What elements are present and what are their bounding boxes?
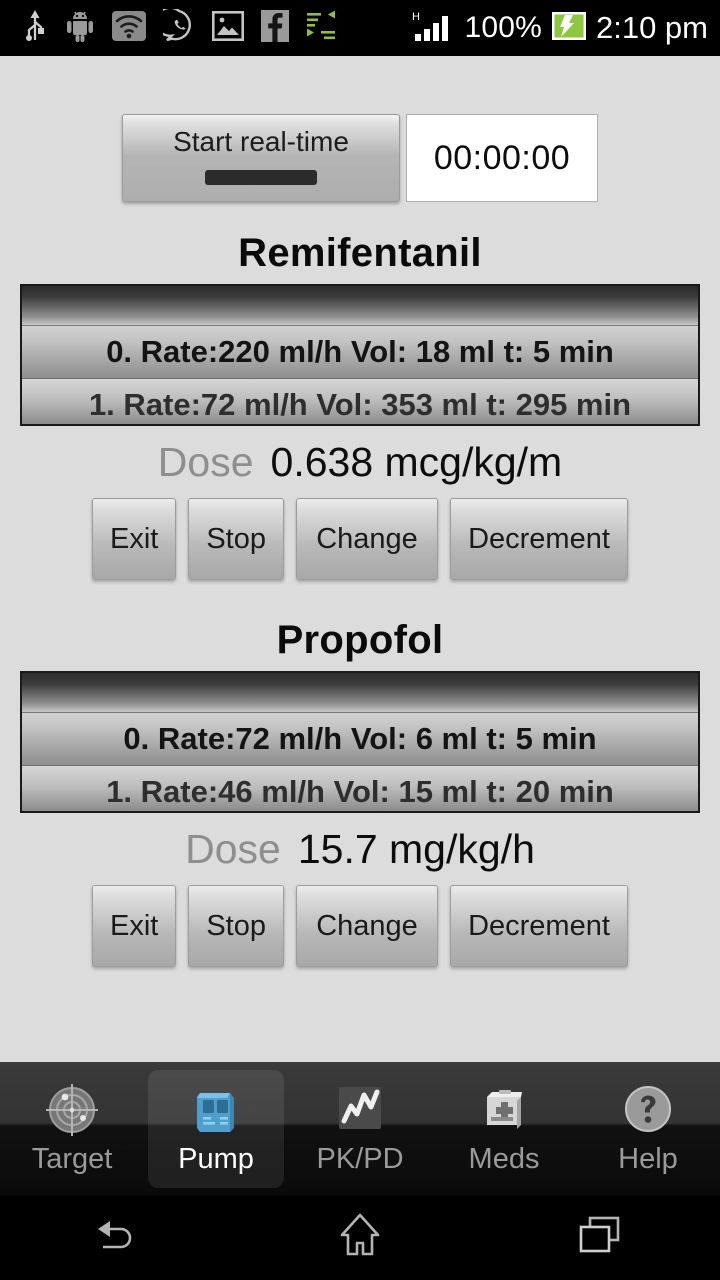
list-item-label: 0. Rate:72 ml/h Vol: 6 ml t: 5 min: [123, 721, 597, 756]
tab-meds[interactable]: Meds: [432, 1062, 576, 1195]
dose-value: 15.7 mg/kg/h: [297, 826, 535, 872]
android-icon: [65, 10, 95, 47]
list-header-strip: [22, 673, 698, 713]
infusion-step-list[interactable]: 0. Rate:220 ml/h Vol: 18 ml t: 5 min 1. …: [20, 284, 700, 426]
stop-button[interactable]: Stop: [188, 498, 284, 580]
decrement-button-label: Decrement: [468, 909, 610, 942]
exit-button[interactable]: Exit: [91, 498, 177, 580]
tab-help[interactable]: Help: [576, 1062, 720, 1195]
usb-icon: [22, 9, 48, 48]
list-item-label: 1. Rate:46 ml/h Vol: 15 ml t: 20 min: [106, 774, 614, 809]
exit-button-label: Exit: [109, 909, 159, 942]
sync-arrows-icon: [306, 10, 336, 47]
status-bar-system-icons: H 100% 2:10 pm: [411, 0, 708, 56]
main-content: Start real-time 00:00:00 Remifentanil 0.…: [0, 56, 720, 1062]
whatsapp-icon: [154, 6, 195, 48]
wifi-icon: [112, 10, 146, 47]
start-realtime-button[interactable]: Start real-time: [122, 114, 400, 202]
drug-action-buttons: Exit Stop Change Decrement: [0, 873, 720, 967]
list-item[interactable]: 1. Rate:46 ml/h Vol: 15 ml t: 20 min: [22, 766, 698, 811]
tab-pkpd[interactable]: PK/PD: [288, 1062, 432, 1195]
medical-kit-icon: [475, 1081, 533, 1139]
question-mark-icon: [619, 1081, 677, 1139]
battery-percent-label: 100%: [464, 11, 542, 44]
list-item[interactable]: 1. Rate:72 ml/h Vol: 353 ml t: 295 min: [22, 379, 698, 424]
photo-icon: [211, 10, 244, 46]
tab-pump[interactable]: Pump: [144, 1062, 288, 1195]
change-button-label: Change: [316, 909, 418, 942]
dose-row: Dose 15.7 mg/kg/h: [0, 813, 720, 873]
exit-button-label: Exit: [109, 522, 159, 555]
change-button[interactable]: Change: [296, 498, 438, 580]
change-button[interactable]: Change: [296, 885, 438, 967]
tab-target-label: Target: [31, 1143, 113, 1175]
home-icon: [336, 1212, 384, 1263]
infusion-step-list[interactable]: 0. Rate:72 ml/h Vol: 6 ml t: 5 min 1. Ra…: [20, 671, 700, 813]
back-button[interactable]: [0, 1215, 240, 1260]
dose-value: 0.638 mcg/kg/m: [270, 439, 563, 485]
recent-apps-button[interactable]: [480, 1214, 720, 1261]
stop-button-label: Stop: [206, 522, 266, 555]
decrement-button[interactable]: Decrement: [450, 498, 628, 580]
list-item-label: 1. Rate:72 ml/h Vol: 353 ml t: 295 min: [88, 387, 632, 422]
start-realtime-label: Start real-time: [173, 126, 349, 157]
toggle-indicator-bar: [205, 170, 317, 185]
radar-target-icon: [43, 1081, 101, 1139]
tab-target[interactable]: Target: [0, 1062, 144, 1195]
bottom-tab-bar: Target Pump PK/PD Meds Help: [0, 1062, 720, 1195]
clock-label: 2:10 pm: [595, 10, 708, 45]
realtime-control-row: Start real-time 00:00:00: [0, 56, 720, 202]
status-bar: H 100% 2:10 pm: [0, 0, 720, 56]
decrement-button-label: Decrement: [468, 522, 610, 555]
change-button-label: Change: [316, 522, 418, 555]
drug-section-remifentanil: Remifentanil 0. Rate:220 ml/h Vol: 18 ml…: [0, 231, 720, 580]
exit-button[interactable]: Exit: [91, 885, 177, 967]
dose-label: Dose: [157, 439, 254, 485]
home-button[interactable]: [240, 1212, 480, 1263]
list-item[interactable]: 0. Rate:72 ml/h Vol: 6 ml t: 5 min: [22, 713, 698, 766]
infusion-pump-icon: [187, 1081, 245, 1139]
stop-button-label: Stop: [206, 909, 266, 942]
tab-pump-label: Pump: [178, 1143, 254, 1175]
drug-title: Remifentanil: [238, 231, 482, 275]
drug-title: Propofol: [276, 618, 444, 662]
list-header-strip: [22, 286, 698, 326]
line-chart-icon: [331, 1081, 389, 1139]
tab-pkpd-label: PK/PD: [316, 1143, 404, 1175]
svg-text:H: H: [412, 11, 420, 23]
decrement-button[interactable]: Decrement: [450, 885, 628, 967]
list-item-label: 0. Rate:220 ml/h Vol: 18 ml t: 5 min: [106, 334, 614, 369]
recent-apps-icon: [576, 1214, 624, 1261]
signal-bars-icon: H: [411, 9, 455, 48]
drug-section-propofol: Propofol 0. Rate:72 ml/h Vol: 6 ml t: 5 …: [0, 618, 720, 967]
drug-action-buttons: Exit Stop Change Decrement: [0, 486, 720, 580]
back-icon: [93, 1215, 147, 1260]
battery-charging-icon: [551, 11, 587, 46]
elapsed-timer-value: 00:00:00: [433, 138, 571, 177]
tab-help-label: Help: [618, 1143, 678, 1175]
status-bar-notification-icons: [0, 6, 336, 48]
dose-label: Dose: [185, 826, 281, 872]
list-item[interactable]: 0. Rate:220 ml/h Vol: 18 ml t: 5 min: [22, 326, 698, 379]
elapsed-timer-display: 00:00:00: [406, 114, 598, 202]
dose-row: Dose 0.638 mcg/kg/m: [0, 426, 720, 486]
stop-button[interactable]: Stop: [188, 885, 284, 967]
android-navigation-bar: [0, 1195, 720, 1280]
tab-meds-label: Meds: [468, 1143, 540, 1175]
facebook-icon: [261, 9, 289, 47]
